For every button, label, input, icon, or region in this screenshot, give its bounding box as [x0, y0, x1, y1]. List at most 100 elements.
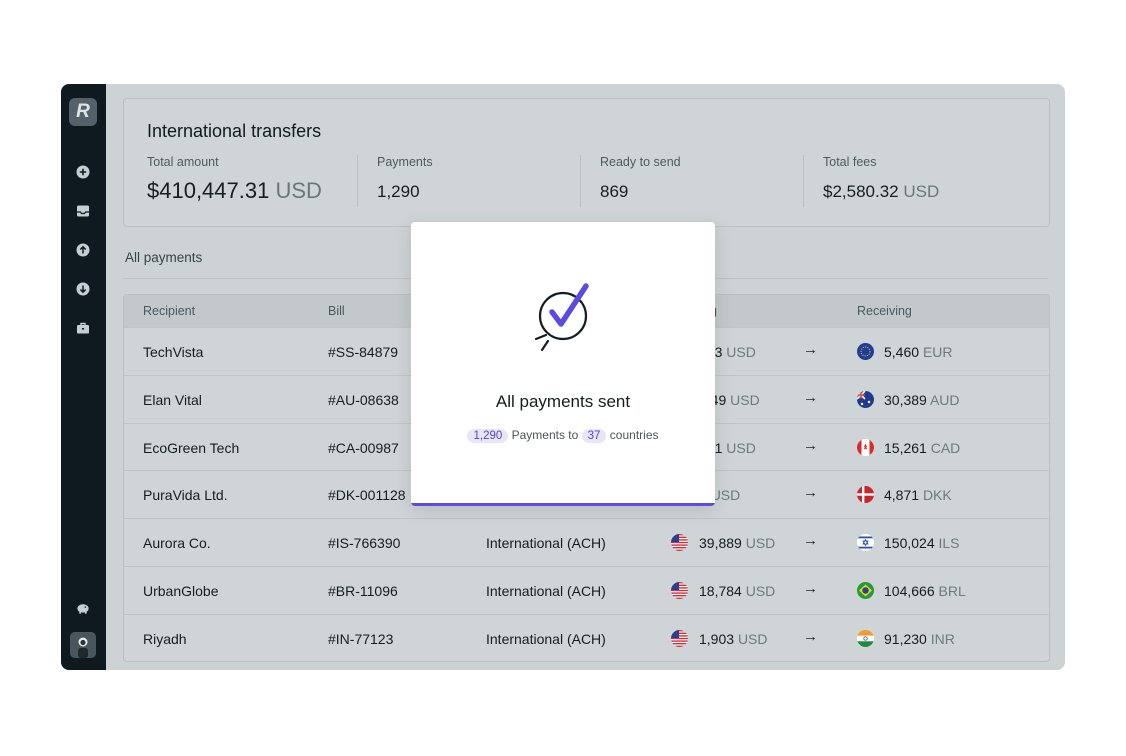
sending-currency: USD	[730, 391, 760, 408]
us-flag-icon	[671, 629, 688, 647]
stat-value: $2,580.32	[823, 182, 899, 201]
payments-text: Payments to	[511, 428, 579, 442]
ca-flag-icon	[857, 438, 874, 456]
section-title: All payments	[125, 250, 203, 265]
sending-currency: USD	[726, 344, 756, 360]
recipient-name: Aurora Co.	[143, 535, 211, 552]
page-title: International transfers	[147, 121, 322, 141]
br-flag-icon	[857, 582, 874, 599]
stat-ready-to-send: Ready to send 869	[600, 155, 681, 211]
sending-amount: 39,889	[699, 535, 742, 552]
au-flag-icon	[857, 390, 874, 408]
stat-value: $410,447.31	[147, 178, 270, 203]
receiving-currency: INR	[930, 630, 955, 647]
sending-amount: 18,784	[699, 583, 742, 599]
receiving-amount: 15,261	[884, 439, 927, 456]
us-flag-icon	[671, 582, 688, 599]
logo-letter: R	[76, 101, 90, 122]
arrow-right-icon: →	[803, 436, 818, 454]
receiving-amount: 150,024	[884, 535, 935, 552]
bill-id: #BR-11096	[328, 583, 398, 599]
header-receiving[interactable]: Receiving	[857, 304, 912, 318]
receiving-amount: 91,230	[884, 630, 927, 647]
eu-flag-icon	[857, 343, 874, 360]
receiving-amount: 104,666	[884, 583, 935, 599]
recipient-name: TechVista	[143, 344, 204, 360]
stat-unit: USD	[275, 178, 322, 203]
payments-count-badge: 1,290	[467, 429, 509, 443]
stat-total-fees: Total fees $2,580.32 USD	[823, 155, 939, 211]
countries-text: countries	[609, 428, 659, 442]
payment-method: International (ACH)	[486, 583, 606, 599]
briefcase-icon[interactable]	[76, 321, 90, 335]
table-row[interactable]: UrbanGlobe #BR-11096 International (ACH) 18…	[124, 566, 1049, 614]
stat-payments: Payments 1,290	[377, 155, 433, 211]
recipient-name: UrbanGlobe	[143, 583, 219, 599]
sending-currency: USD	[737, 630, 768, 647]
receiving-currency: BRL	[938, 583, 966, 599]
sending-currency: USD	[726, 439, 756, 456]
avatar[interactable]	[70, 632, 96, 658]
receiving-currency: ILS	[938, 535, 960, 552]
stat-label: Total fees	[823, 155, 877, 169]
sending-currency: USD	[745, 583, 776, 599]
sending-currency: USD	[745, 535, 776, 552]
modal-title: All payments sent	[495, 392, 631, 411]
sending-amount: 1,903	[699, 630, 735, 647]
header-recipient[interactable]: Recipient	[143, 304, 195, 318]
bill-id: #AU-08638	[328, 391, 399, 408]
inbox-icon[interactable]	[76, 204, 90, 218]
stat-divider	[580, 155, 581, 207]
add-icon[interactable]	[76, 165, 90, 179]
dk-flag-icon	[857, 486, 874, 504]
sidebar: R	[61, 84, 106, 670]
receiving-amount: 5,460	[884, 344, 920, 360]
il-flag-icon	[857, 534, 874, 552]
stat-divider	[803, 155, 804, 207]
bill-id: #SS-84879	[328, 344, 399, 360]
recipient-name: Riyadh	[143, 630, 187, 647]
recipient-name: PuraVida Ltd.	[143, 487, 228, 504]
summary-card: International transfers Total amount $41…	[123, 98, 1050, 227]
piggy-bank-icon[interactable]	[76, 601, 90, 615]
table-row[interactable]: Aurora Co. #IS-766390 International (ACH) 3…	[124, 518, 1049, 566]
stat-divider	[357, 155, 358, 207]
modal-progress-bar	[411, 503, 715, 506]
arrow-right-icon: →	[803, 341, 818, 358]
stat-label: Ready to send	[600, 155, 681, 169]
modal-subtitle: 1,290 Payments to 37 countries	[411, 428, 715, 443]
payment-method: International (ACH)	[486, 630, 606, 647]
bill-id: #DK-001128	[328, 487, 406, 504]
success-modal: All payments sent 1,290 Payments to 37 c…	[411, 222, 715, 506]
receiving-currency: AUD	[929, 391, 960, 408]
in-flag-icon	[857, 629, 874, 647]
stat-label: Total amount	[147, 155, 219, 169]
stat-total-amount: Total amount $410,447.31 USD	[147, 155, 322, 211]
check-search-icon	[534, 283, 589, 352]
stat-value: 1,290	[377, 182, 420, 201]
arrow-right-icon: →	[803, 532, 818, 550]
arrow-right-icon: →	[803, 627, 818, 645]
recipient-name: Elan Vital	[143, 391, 202, 408]
recipient-name: EcoGreen Tech	[143, 439, 240, 456]
payment-method: International (ACH)	[486, 535, 606, 552]
bill-id: #IS-766390	[328, 535, 401, 552]
bill-id: #IN-77123	[328, 630, 394, 647]
receiving-currency: EUR	[922, 344, 953, 360]
stat-label: Payments	[377, 155, 433, 169]
bill-id: #CA-00987	[328, 439, 399, 456]
table-row[interactable]: Riyadh #IN-77123 International (ACH) 1,903 …	[124, 613, 1049, 661]
arrow-right-icon: →	[803, 388, 818, 406]
app-window: R International transfers Total amount $…	[61, 84, 1065, 670]
receiving-currency: CAD	[930, 439, 961, 456]
upload-icon[interactable]	[76, 243, 90, 257]
logo[interactable]: R	[69, 98, 97, 126]
arrow-right-icon: →	[803, 580, 818, 597]
receiving-amount: 30,389	[884, 391, 927, 408]
download-icon[interactable]	[76, 282, 90, 296]
header-bill[interactable]: Bill	[328, 304, 345, 318]
us-flag-icon	[671, 534, 688, 552]
arrow-right-icon: →	[803, 484, 818, 502]
sending-currency: USD	[710, 487, 741, 504]
receiving-amount: 4,871	[884, 487, 920, 504]
